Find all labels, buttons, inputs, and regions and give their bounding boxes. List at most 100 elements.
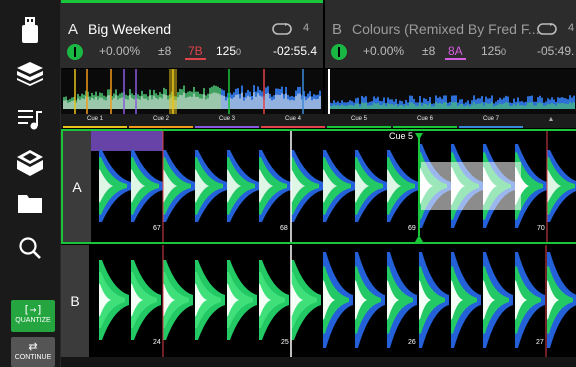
overview-bar-hi <box>295 96 297 109</box>
overview-bar-hi <box>259 95 261 109</box>
search-icon[interactable] <box>0 230 60 266</box>
deck-a-key: 7B <box>185 44 206 60</box>
overview-bar-hi <box>193 93 195 109</box>
overview-bar-hi <box>491 102 493 109</box>
crates-icon[interactable] <box>0 56 60 92</box>
loop-icon[interactable] <box>272 23 292 35</box>
deck-b-time: -05:49. <box>537 44 575 58</box>
overview-bar-hi <box>415 105 417 109</box>
overview-bar-hi <box>501 104 503 109</box>
overview-bar-hi <box>107 95 109 109</box>
overview-bar-hi <box>101 97 103 109</box>
overview-bar-hi <box>499 103 501 109</box>
cue-bar: Cue 7 Cue 6 Cue 5 Cue 4 Cue 3 Cue 2 Cue 1 ▲ <box>61 114 576 128</box>
folder-icon[interactable] <box>0 185 60 221</box>
quantize-icon: [→] <box>23 303 43 316</box>
cue-pad-2[interactable]: Cue 2 <box>129 114 193 128</box>
overview-bar-hi <box>417 105 419 109</box>
usb-icon[interactable] <box>0 12 60 48</box>
overview-bar-hi <box>181 95 183 109</box>
deck-a-waveform-lane[interactable]: A 67 68 69 70 Cue 5 <box>61 129 576 244</box>
loop-icon[interactable] <box>537 23 557 35</box>
overview-bar-hi <box>159 97 161 109</box>
deck-a-range: ±8 <box>158 44 172 58</box>
playlist-icon[interactable] <box>0 101 60 137</box>
deck-a-header[interactable]: A Big Weekend 4 +0.00% ±8 7B 1250 -02:55… <box>61 0 323 68</box>
overview-bar-hi <box>463 106 465 109</box>
overview-bar-hi <box>83 99 85 109</box>
overview-bar-hi <box>131 98 133 109</box>
overview-bar-hi <box>129 95 131 109</box>
overview-bar-hi <box>479 103 481 109</box>
overview-bar-hi <box>557 103 559 109</box>
cue-pad-1[interactable]: Cue 1 <box>63 114 127 128</box>
overview-bar-hi <box>335 105 337 109</box>
overview-bar-hi <box>291 99 293 109</box>
overview-bar-hi <box>353 105 355 109</box>
cue-pad-6[interactable]: Cue 6 <box>393 114 457 128</box>
beat-number: 70 <box>537 225 545 232</box>
overview-bar-hi <box>81 98 83 109</box>
deck-b-header[interactable]: B Colours (Remixed By Fred F... 4 +0.00%… <box>325 0 576 68</box>
overview-bar-hi <box>297 93 299 109</box>
overview-bar-hi <box>331 106 333 109</box>
overview-bar-hi <box>451 102 453 109</box>
cue-pad-7[interactable]: Cue 7 <box>459 114 523 128</box>
cue-pad-4[interactable]: Cue 4 <box>261 114 325 128</box>
quantize-button[interactable]: [→] QUANTIZE <box>11 300 55 332</box>
overview-bar-hi <box>373 102 375 109</box>
library-icon[interactable] <box>0 145 60 181</box>
deck-b-active-bar <box>325 0 576 3</box>
overview-bar-hi <box>163 94 165 109</box>
overview-bar-hi <box>437 103 439 109</box>
continue-label: CONTINUE <box>14 354 52 361</box>
deck-a-overview-waveform[interactable] <box>61 69 323 114</box>
overview-bar-hi <box>375 103 377 109</box>
overview-bar-hi <box>223 95 225 109</box>
overview-bar-hi <box>307 98 309 109</box>
overview-bar-hi <box>207 98 209 109</box>
overview-bar-hi <box>495 105 497 109</box>
overview-bar-hi <box>113 98 115 109</box>
overview-bar-hi <box>273 99 275 109</box>
overview-bar-hi <box>409 102 411 109</box>
overview-bar-hi <box>519 105 521 109</box>
overview-bar-hi <box>367 105 369 109</box>
overview-bar-hi <box>453 102 455 109</box>
overview-bar-hi <box>471 104 473 109</box>
overview-bar-hi <box>161 98 163 109</box>
overview-bar-hi <box>265 93 267 109</box>
overview-bar-hi <box>529 102 531 109</box>
overview-bar-hi <box>507 102 509 109</box>
overview-bar-hi <box>279 95 281 109</box>
active-cue-label: Cue 5 <box>387 131 416 141</box>
cue-pad-3[interactable]: Cue 3 <box>195 114 259 128</box>
overview-bar-hi <box>115 95 117 109</box>
cue-scroll-up-icon[interactable]: ▲ <box>521 114 576 128</box>
overview-bar-hi <box>481 102 483 109</box>
overview-bar-hi <box>349 104 351 109</box>
overview-bar-hi <box>79 100 81 109</box>
continue-button[interactable]: ⇄ CONTINUE <box>11 337 55 367</box>
overview-bar-hi <box>411 102 413 109</box>
overview-bar-hi <box>523 105 525 109</box>
continue-icon: ⇄ <box>28 341 38 353</box>
overview-bar-hi <box>377 102 379 109</box>
overview-bar-hi <box>423 103 425 109</box>
overview-bar-hi <box>213 92 215 109</box>
deck-b-bpm: 1250 <box>481 44 507 58</box>
cue-pad-5[interactable]: Cue 5 <box>327 114 391 128</box>
overview-bar-hi <box>219 94 221 109</box>
deck-b-waveform-lane[interactable]: B 24 25 26 27 <box>61 245 576 357</box>
overview-bar-hi <box>305 100 307 109</box>
overview-bar-hi <box>533 105 535 109</box>
overview-bar-hi <box>317 98 319 109</box>
deck-b-overview-waveform[interactable] <box>325 69 576 114</box>
overview-bar-hi <box>363 103 365 109</box>
overview-bar-hi <box>187 96 189 109</box>
playhead-window <box>169 69 177 114</box>
overview-bar-hi <box>365 102 367 109</box>
overview-bar-hi <box>421 105 423 109</box>
overview-bar-hi <box>413 103 415 109</box>
beat-number: 26 <box>408 339 416 346</box>
